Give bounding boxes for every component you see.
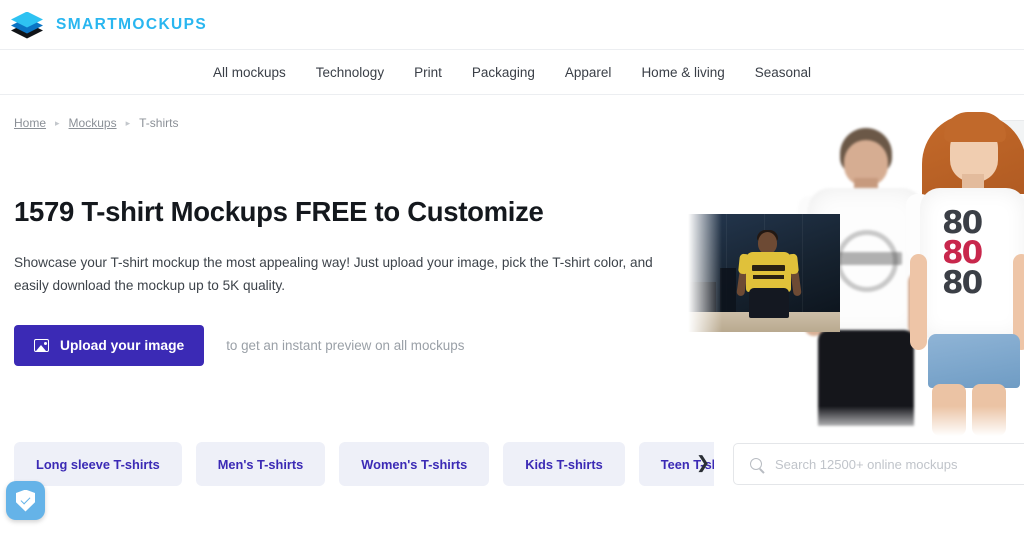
hero-model-woman-graphic-tee: 80 80 80 <box>900 102 1024 436</box>
upload-image-button[interactable]: Upload your image <box>14 325 205 366</box>
category-chip-list: Long sleeve T-shirts Men's T-shirts Wome… <box>14 442 714 486</box>
breadcrumb-separator-icon: ▸ <box>125 117 131 128</box>
chip-kids-tshirts[interactable]: Kids T-shirts <box>503 442 625 486</box>
nav-list: All mockups Technology Print Packaging A… <box>213 65 811 80</box>
hero-image-collage: 80 80 80 <box>688 96 1024 436</box>
chevron-right-icon[interactable]: ❯ <box>692 452 714 474</box>
search-icon <box>750 458 762 470</box>
hero-fade-bottom <box>688 406 1024 436</box>
chip-womens-tshirts[interactable]: Women's T-shirts <box>339 442 490 486</box>
image-icon <box>34 339 49 352</box>
nav-item-apparel[interactable]: Apparel <box>565 65 612 80</box>
stacked-layers-icon <box>8 10 46 40</box>
shirt-print-80-line3: 80 <box>942 265 983 301</box>
shield-check-icon <box>16 489 35 512</box>
search-input[interactable] <box>775 456 1016 472</box>
chip-mens-tshirts[interactable]: Men's T-shirts <box>195 442 326 486</box>
chip-long-sleeve-tshirts[interactable]: Long sleeve T-shirts <box>14 442 182 486</box>
breadcrumb-item-mockups[interactable]: Mockups <box>69 116 117 130</box>
privacy-consent-badge[interactable] <box>6 481 45 520</box>
logo[interactable]: SMARTMOCKUPS <box>8 10 207 40</box>
top-bar: SMARTMOCKUPS <box>0 0 1024 50</box>
breadcrumb-item-tshirts: T-shirts <box>139 116 179 130</box>
nav-item-seasonal[interactable]: Seasonal <box>755 65 811 80</box>
search-box[interactable] <box>733 443 1024 485</box>
breadcrumb-separator-icon: ▸ <box>55 117 60 128</box>
nav-item-print[interactable]: Print <box>414 65 442 80</box>
hero-fade-left <box>688 96 722 436</box>
page-title: 1579 T-shirt Mockups FREE to Customize <box>14 196 544 227</box>
hero-description: Showcase your T-shirt mockup the most ap… <box>14 255 653 293</box>
breadcrumb: Home ▸ Mockups ▸ T-shirts <box>14 116 178 130</box>
nav-item-technology[interactable]: Technology <box>316 65 384 80</box>
cta-row: Upload your image to get an instant prev… <box>14 325 464 366</box>
breadcrumb-item-home[interactable]: Home <box>14 116 46 130</box>
page-root: SMARTMOCKUPS All mockups Technology Prin… <box>0 0 1024 533</box>
logo-text: SMARTMOCKUPS <box>56 15 208 33</box>
nav-item-home-living[interactable]: Home & living <box>641 65 724 80</box>
cta-note: to get an instant preview on all mockups <box>226 338 465 353</box>
nav-item-packaging[interactable]: Packaging <box>472 65 535 80</box>
main-navigation: All mockups Technology Print Packaging A… <box>0 50 1024 95</box>
nav-item-all-mockups[interactable]: All mockups <box>213 65 286 80</box>
upload-button-label: Upload your image <box>60 338 185 353</box>
